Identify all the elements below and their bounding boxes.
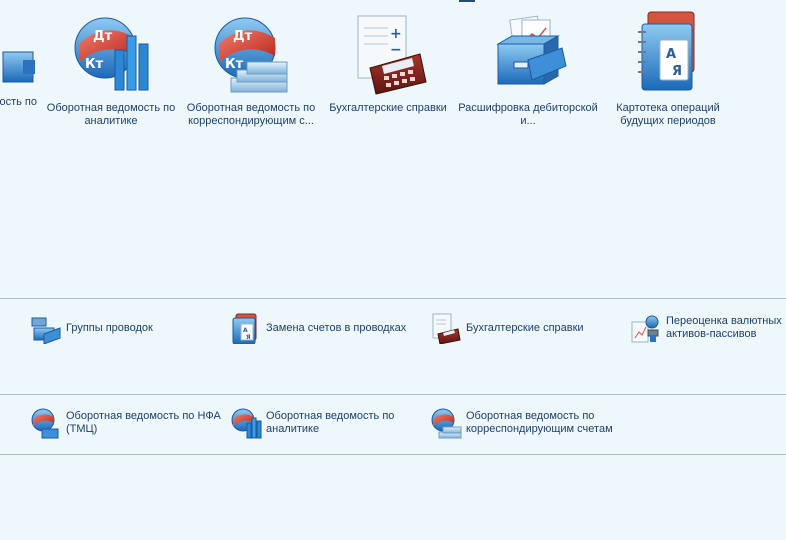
dt-kt-money-icon [431,408,462,439]
link-accounting-notes[interactable]: Бухгалтерские справки [430,312,584,344]
calculator-document-icon: + − [357,15,427,95]
link-label: Замена счетов в проводках [266,321,407,334]
dt-kt-chart-icon: Дт Кт [74,17,149,91]
top-item-turnover-correspondent[interactable]: Дт Кт Оборотная ведомость по корреспонди… [180,10,322,128]
dt-kt-box-icon [31,408,59,439]
group-separator [0,394,786,395]
link-label: Оборотная ведомость по аналитике [266,410,395,435]
top-item-deferred-operations[interactable]: А Я Картотека операций будущих периодов [597,10,739,128]
address-book-icon: А Я [232,313,257,344]
link-currency-revaluation[interactable]: Переоценка валютных активов-пассивов [630,312,786,344]
book-a-glyph: А [666,47,676,62]
link-label: Переоценка валютных активов-пассивов [666,315,782,340]
address-book-icon: А Я [638,11,695,91]
ledger-box-icon [2,51,35,83]
calculator-document-icon [432,313,461,344]
top-item-label: Бухгалтерские справки [329,102,447,114]
group-separator [0,454,786,455]
file-box-icon [496,15,567,85]
dt-glyph: Дт [233,29,253,44]
dt-kt-money-icon: Дт Кт [214,17,288,93]
link-label: Группы проводок [66,321,153,334]
top-item-receivables-breakdown[interactable]: Расшифровка дебиторской и... [457,10,599,128]
top-item-label: Оборотная ведомость по аналитике [46,102,176,127]
book-ya-glyph: Я [246,334,251,341]
link-replace-accounts[interactable]: А Я Замена счетов в проводках [230,312,406,344]
top-edge-mark [459,0,475,2]
svg-text:−: − [390,42,402,58]
link-label: Бухгалтерские справки [466,321,584,334]
link-turnover-correspondent[interactable]: Оборотная ведомость по корреспондирующим… [430,407,626,439]
group-separator [0,298,786,299]
book-a-glyph: А [243,327,248,334]
top-item-accounting-notes[interactable]: + − Бухгалтерские справки [317,10,459,115]
dt-kt-chart-icon [231,408,262,439]
svg-text:+: + [390,26,402,42]
link-entry-groups[interactable]: Группы проводок [30,312,153,344]
link-turnover-nfa[interactable]: Оборотная ведомость по НФА (ТМЦ) [30,407,226,439]
link-turnover-analytics[interactable]: Оборотная ведомость по аналитике [230,407,406,439]
dt-glyph: Дт [93,29,113,44]
top-item-label: Расшифровка дебиторской и... [458,102,598,127]
top-item-turnover-analytics[interactable]: Дт Кт Оборотная ведомость по аналитике [40,10,182,128]
top-item-label: Картотека операций будущих периодов [616,102,720,127]
link-label: Оборотная ведомость по корреспондирующим… [466,410,613,435]
kt-glyph: Кт [85,57,104,72]
book-ya-glyph: Я [672,64,682,79]
top-item-label: Оборотная ведомость по корреспондирующим… [186,102,316,127]
link-label: Оборотная ведомость по НФА (ТМЦ) [66,410,221,435]
revaluation-icon [631,315,659,343]
ledger-box-icon [31,317,61,344]
